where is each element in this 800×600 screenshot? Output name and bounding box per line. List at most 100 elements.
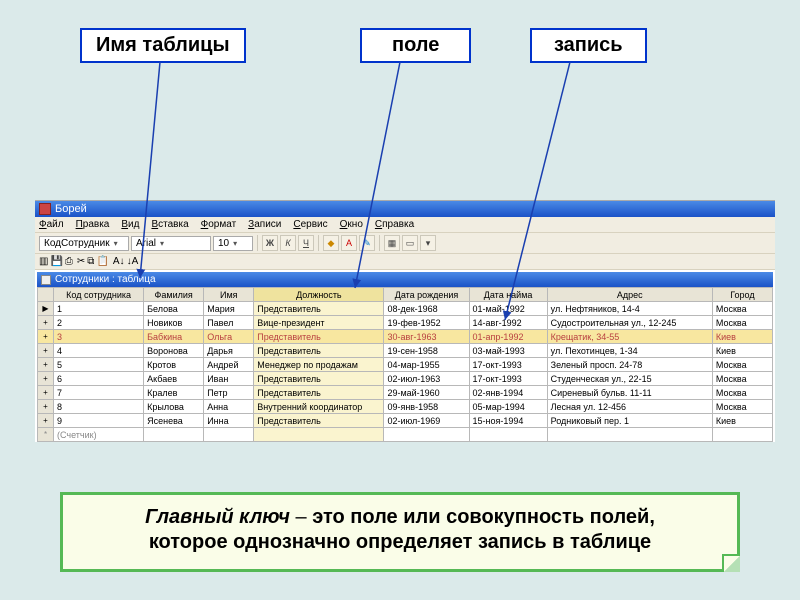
cell[interactable]: Сиреневый бульв. 11-11 [547, 386, 712, 400]
cell[interactable] [144, 428, 204, 442]
cell[interactable]: 8 [54, 400, 144, 414]
cell[interactable]: 17-окт-1993 [469, 372, 547, 386]
cell[interactable]: 6 [54, 372, 144, 386]
cell[interactable]: Москва [712, 302, 772, 316]
cell[interactable]: Новиков [144, 316, 204, 330]
bold-button[interactable]: Ж [262, 235, 278, 251]
font-color-button[interactable]: A [341, 235, 357, 251]
cell[interactable]: Крылова [144, 400, 204, 414]
grid-button[interactable]: ▦ [384, 235, 400, 251]
cell[interactable]: 17-окт-1993 [469, 358, 547, 372]
cell[interactable]: Кралев [144, 386, 204, 400]
column-header[interactable]: Код сотрудника [54, 288, 144, 302]
column-header[interactable]: Должность [254, 288, 384, 302]
cell[interactable]: 3 [54, 330, 144, 344]
cell[interactable]: Киев [712, 344, 772, 358]
row-selector[interactable]: + [38, 330, 54, 344]
cell[interactable]: Киев [712, 414, 772, 428]
cell[interactable] [712, 428, 772, 442]
row-selector[interactable]: + [38, 400, 54, 414]
cell[interactable]: 01-апр-1992 [469, 330, 547, 344]
data-grid[interactable]: Код сотрудникаФамилияИмяДолжностьДата ро… [37, 287, 773, 442]
cell[interactable]: 9 [54, 414, 144, 428]
menu-item[interactable]: Формат [201, 219, 237, 230]
menu-item[interactable]: Вставка [151, 219, 188, 230]
row-selector[interactable]: + [38, 414, 54, 428]
italic-button[interactable]: К [280, 235, 296, 251]
cell[interactable]: Представитель [254, 344, 384, 358]
new-record-row[interactable]: *(Счетчик) [38, 428, 773, 442]
cell[interactable] [204, 428, 254, 442]
cell[interactable]: 02-июл-1963 [384, 372, 469, 386]
cell[interactable]: Белова [144, 302, 204, 316]
standard-toolbar[interactable]: ▥ 💾 ⎙ ✂ ⧉ 📋 A↓ ↓A [35, 254, 775, 270]
cell[interactable]: Ясенева [144, 414, 204, 428]
cell[interactable]: 19-сен-1958 [384, 344, 469, 358]
view-button[interactable]: ▥ [39, 256, 48, 267]
table-row[interactable]: +3БабкинаОльгаПредставитель30-авг-196301… [38, 330, 773, 344]
cell[interactable]: Кротов [144, 358, 204, 372]
cell[interactable]: Петр [204, 386, 254, 400]
border-button[interactable]: ▭ [402, 235, 418, 251]
sort-desc-button[interactable]: ↓A [127, 256, 139, 267]
cell[interactable]: Представитель [254, 414, 384, 428]
cell[interactable]: ул. Нефтяников, 14-4 [547, 302, 712, 316]
cell[interactable]: Москва [712, 316, 772, 330]
cell[interactable]: Анна [204, 400, 254, 414]
table-row[interactable]: +9ЯсеневаИннаПредставитель02-июл-196915-… [38, 414, 773, 428]
column-header[interactable]: Адрес [547, 288, 712, 302]
cell[interactable] [469, 428, 547, 442]
cell[interactable] [547, 428, 712, 442]
formatting-toolbar[interactable]: КодСотрудник Arial 10 Ж К Ч ◆ A ✎ ▦ ▭ ▾ [35, 232, 775, 254]
cell[interactable]: Москва [712, 372, 772, 386]
cell[interactable]: 08-дек-1968 [384, 302, 469, 316]
cell[interactable]: 09-янв-1958 [384, 400, 469, 414]
cell[interactable]: Представитель [254, 372, 384, 386]
paste-button[interactable]: 📋 [96, 256, 108, 267]
cell[interactable]: Вице-президент [254, 316, 384, 330]
cell[interactable]: Менеджер по продажам [254, 358, 384, 372]
menu-item[interactable]: Окно [340, 219, 363, 230]
cell[interactable]: 5 [54, 358, 144, 372]
cell[interactable]: 14-авг-1992 [469, 316, 547, 330]
cell[interactable]: Крещатик, 34-55 [547, 330, 712, 344]
row-selector[interactable]: + [38, 386, 54, 400]
cell[interactable]: Лесная ул. 12-456 [547, 400, 712, 414]
print-button[interactable]: ⎙ [65, 256, 73, 267]
cell[interactable]: Москва [712, 386, 772, 400]
copy-button[interactable]: ⧉ [87, 256, 94, 267]
row-selector[interactable]: + [38, 358, 54, 372]
cell[interactable]: Зеленый просп. 24-78 [547, 358, 712, 372]
cell[interactable]: 15-ноя-1994 [469, 414, 547, 428]
cell[interactable]: Москва [712, 400, 772, 414]
cut-button[interactable]: ✂ [77, 256, 85, 267]
table-row[interactable]: +7КралевПетрПредставитель29-май-196002-я… [38, 386, 773, 400]
column-header[interactable]: Город [712, 288, 772, 302]
menu-item[interactable]: Справка [375, 219, 414, 230]
menu-item[interactable]: Сервис [293, 219, 327, 230]
cell[interactable]: 4 [54, 344, 144, 358]
cell[interactable]: Павел [204, 316, 254, 330]
menu-item[interactable]: Вид [121, 219, 139, 230]
cell[interactable]: 01-май-1992 [469, 302, 547, 316]
sort-asc-button[interactable]: A↓ [113, 256, 125, 267]
table-row[interactable]: +6АкбаевИванПредставитель02-июл-196317-о… [38, 372, 773, 386]
cell[interactable] [254, 428, 384, 442]
table-row[interactable]: +2НовиковПавелВице-президент19-фев-19521… [38, 316, 773, 330]
cell[interactable]: 2 [54, 316, 144, 330]
cell[interactable]: Судостроительная ул., 12-245 [547, 316, 712, 330]
cell[interactable]: Дарья [204, 344, 254, 358]
cell[interactable]: 03-май-1993 [469, 344, 547, 358]
save-button[interactable]: 💾 [50, 256, 62, 267]
line-color-button[interactable]: ✎ [359, 235, 375, 251]
column-header[interactable]: Дата рождения [384, 288, 469, 302]
row-selector[interactable]: * [38, 428, 54, 442]
font-selector[interactable]: Arial [131, 236, 211, 251]
font-size-selector[interactable]: 10 [213, 236, 253, 251]
field-selector[interactable]: КодСотрудник [39, 236, 129, 251]
cell[interactable]: (Счетчик) [54, 428, 144, 442]
table-row[interactable]: +8КрыловаАннаВнутренний координатор09-ян… [38, 400, 773, 414]
menu-item[interactable]: Записи [248, 219, 281, 230]
cell[interactable]: 05-мар-1994 [469, 400, 547, 414]
cell[interactable]: Инна [204, 414, 254, 428]
